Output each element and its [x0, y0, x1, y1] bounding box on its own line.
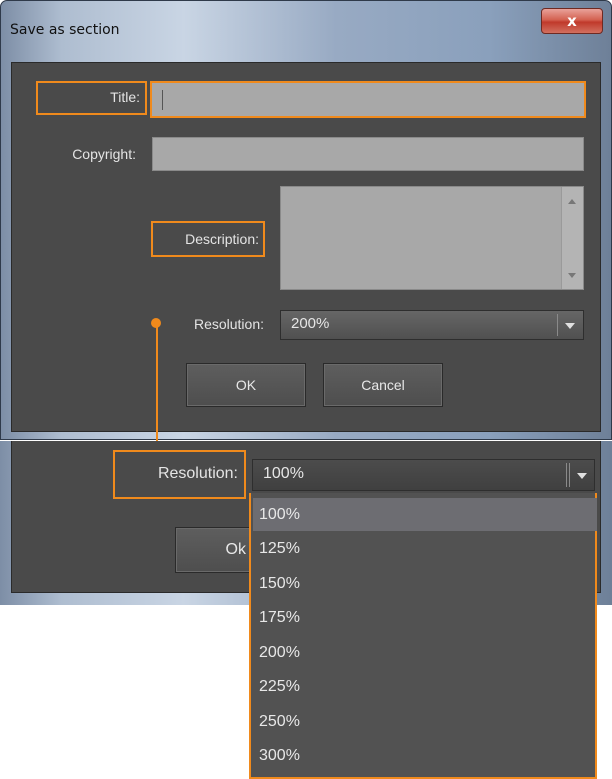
resolution-value: 200%: [291, 315, 330, 332]
scroll-up-icon[interactable]: [568, 199, 576, 204]
copyright-input[interactable]: [152, 137, 584, 171]
resolution-label: Resolution:: [193, 316, 264, 332]
title-input[interactable]: [150, 81, 586, 118]
option-175[interactable]: 175%: [253, 601, 597, 634]
option-300[interactable]: 300%: [253, 739, 597, 772]
select-separator: [566, 463, 567, 487]
ok-button-partial[interactable]: Ok: [175, 527, 251, 573]
expanded-resolution-select[interactable]: 100%: [252, 459, 595, 491]
description-label: Description:: [185, 231, 259, 247]
option-250[interactable]: 250%: [253, 705, 597, 738]
option-100[interactable]: 100%: [253, 498, 597, 531]
scroll-down-icon[interactable]: [568, 273, 576, 278]
resolution-select[interactable]: 200%: [280, 310, 584, 340]
resolution-dropdown-list[interactable]: 100% 125% 150% 175% 200% 225% 250% 300%: [249, 493, 597, 779]
expanded-resolution-label: Resolution:: [157, 465, 238, 482]
option-150[interactable]: 150%: [253, 567, 597, 600]
description-scrollbar[interactable]: [561, 187, 583, 289]
close-icon: x: [567, 12, 577, 30]
select-separator: [569, 463, 570, 487]
callout-connector: [156, 322, 158, 443]
chevron-down-icon[interactable]: [577, 473, 587, 479]
dialog-title: Save as section: [10, 22, 120, 38]
option-125[interactable]: 125%: [253, 532, 597, 565]
close-button[interactable]: x: [541, 8, 603, 34]
expanded-resolution-value: 100%: [263, 465, 304, 482]
ok-button-label: Ok: [225, 541, 246, 558]
option-225[interactable]: 225%: [253, 670, 597, 703]
description-textarea[interactable]: [280, 186, 584, 290]
chevron-down-icon[interactable]: [565, 323, 575, 329]
select-separator: [557, 314, 558, 336]
callout-dot: [151, 318, 161, 328]
title-label: Title:: [110, 89, 140, 105]
cancel-button[interactable]: Cancel: [323, 363, 443, 407]
copyright-label: Copyright:: [72, 146, 136, 162]
option-200[interactable]: 200%: [253, 636, 597, 669]
ok-button[interactable]: OK: [186, 363, 306, 407]
text-cursor: [162, 90, 163, 110]
